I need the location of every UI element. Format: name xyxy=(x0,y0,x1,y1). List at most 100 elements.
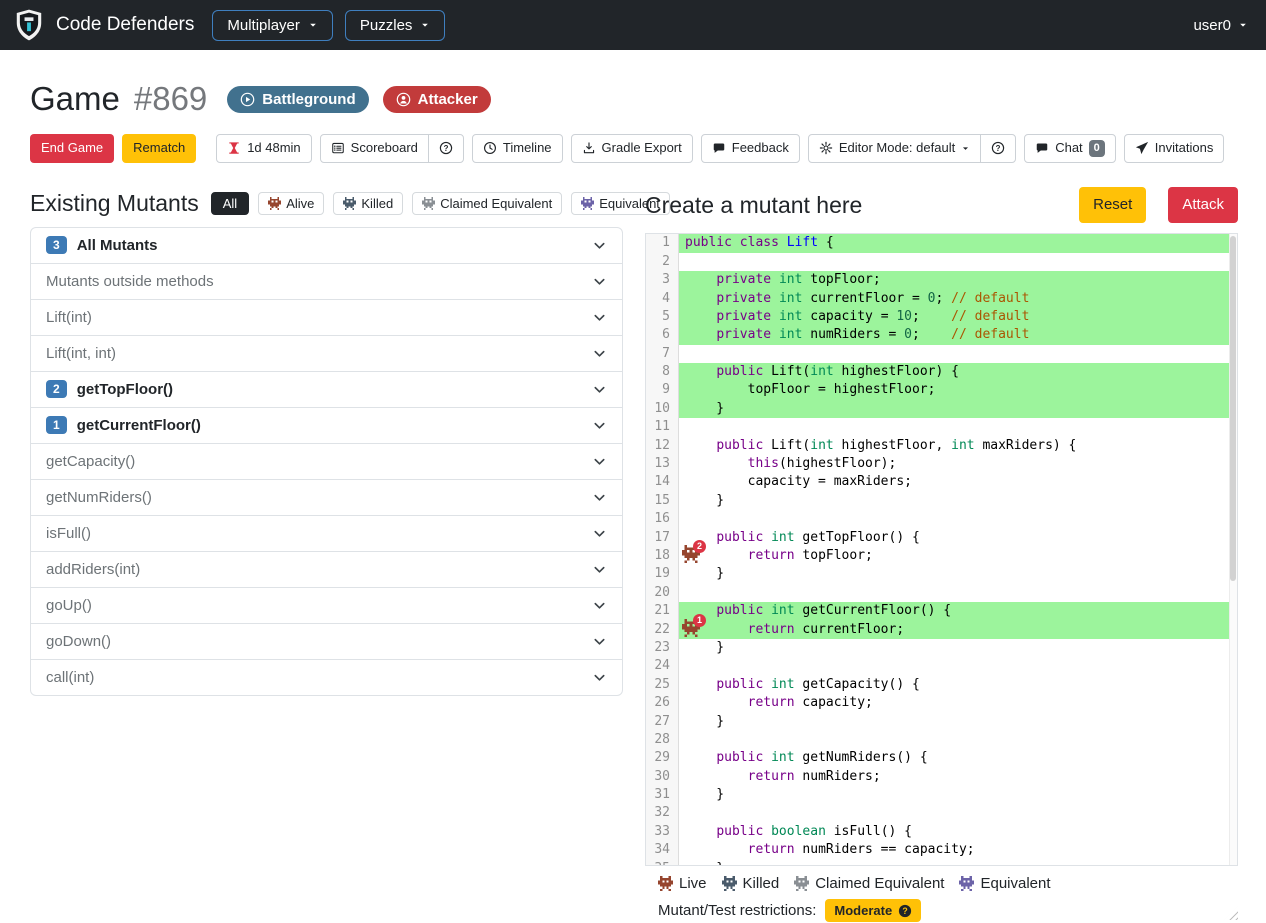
code-line-text[interactable] xyxy=(679,657,1237,675)
code-line-text[interactable]: } xyxy=(679,713,1237,731)
filter-all-button[interactable]: All xyxy=(211,192,249,215)
accordion-toggle-goup[interactable]: goUp() xyxy=(31,588,622,623)
filter-claimed-equivalent-button[interactable]: Claimed Equivalent xyxy=(412,192,562,215)
code-line-text[interactable] xyxy=(679,584,1237,602)
scoreboard-button-label: Scoreboard xyxy=(351,139,418,158)
line-number: 21 xyxy=(646,602,679,620)
code-line-text[interactable]: private int currentFloor = 0; // default xyxy=(679,290,1237,308)
filter-alive-button[interactable]: Alive xyxy=(258,192,324,215)
reset-button[interactable]: Reset xyxy=(1079,187,1146,224)
editor-panel: Create a mutant here Reset Attack 1publi… xyxy=(645,187,1238,923)
code-line-text[interactable] xyxy=(679,253,1237,271)
line-number: 6 xyxy=(646,326,679,344)
code-line-text[interactable]: public Lift(int highestFloor, int maxRid… xyxy=(679,437,1237,455)
code-line-text[interactable]: } xyxy=(679,860,1237,867)
feedback-button[interactable]: Feedback xyxy=(701,134,800,163)
code-line-text[interactable] xyxy=(679,731,1237,749)
puzzles-menu-button[interactable]: Puzzles xyxy=(345,10,446,41)
brand[interactable]: Code Defenders xyxy=(12,8,194,42)
accordion-toggle-getcapacity[interactable]: getCapacity() xyxy=(31,444,622,479)
accordion-toggle-gettopfloor[interactable]: 2getTopFloor() xyxy=(31,372,622,407)
line-number: 10 xyxy=(646,400,679,418)
timeline-button[interactable]: Timeline xyxy=(472,134,563,163)
code-line-text[interactable]: capacity = maxRiders; xyxy=(679,473,1237,491)
code-line-text[interactable]: public class Lift { xyxy=(679,234,1237,252)
user-menu-button[interactable]: user0 xyxy=(1193,17,1254,34)
code-line-text[interactable]: public int getNumRiders() { xyxy=(679,749,1237,767)
code-line-text[interactable]: } xyxy=(679,786,1237,804)
gradle-export-button[interactable]: Gradle Export xyxy=(571,134,693,163)
question-circle-icon[interactable]: ? xyxy=(898,904,912,918)
code-line-text[interactable]: private int topFloor; xyxy=(679,271,1237,289)
code-line-text[interactable]: return currentFloor; xyxy=(679,621,1237,639)
accordion-toggle-lift-int-int[interactable]: Lift(int, int) xyxy=(31,336,622,371)
clock-history-icon xyxy=(483,141,497,155)
accordion-toggle-addriders-int[interactable]: addRiders(int) xyxy=(31,552,622,587)
editor-scrollbar[interactable] xyxy=(1229,234,1237,865)
chevron-down-icon xyxy=(592,310,607,325)
code-line-text[interactable]: public int getCurrentFloor() { xyxy=(679,602,1237,620)
filter-killed-button[interactable]: Killed xyxy=(333,192,403,215)
code-line-text[interactable]: private int numRiders = 0; // default xyxy=(679,326,1237,344)
legend-item-claimed-equivalent: Claimed Equivalent xyxy=(794,875,944,892)
equivalent-mutant-icon xyxy=(581,197,594,210)
invitations-button[interactable]: Invitations xyxy=(1124,134,1225,163)
line-number: 22 xyxy=(646,621,679,639)
line-number: 11 xyxy=(646,418,679,436)
restrictions-badge[interactable]: Moderate ? xyxy=(825,899,921,922)
timer-button[interactable]: 1d 48min xyxy=(216,134,311,163)
code-line-text[interactable]: return numRiders; xyxy=(679,768,1237,786)
scoreboard-button[interactable]: Scoreboard xyxy=(320,134,429,163)
code-line: 14 capacity = maxRiders; xyxy=(646,473,1237,491)
accordion-toggle-lift-int[interactable]: Lift(int) xyxy=(31,300,622,335)
accordion-toggle-godown[interactable]: goDown() xyxy=(31,624,622,659)
code-line-text[interactable]: public int getTopFloor() { xyxy=(679,529,1237,547)
send-icon xyxy=(1135,141,1149,155)
accordion-toggle-all-mutants[interactable]: 3All Mutants xyxy=(31,228,622,263)
multiplayer-menu-button[interactable]: Multiplayer xyxy=(212,10,333,41)
puzzles-menu-label: Puzzles xyxy=(360,17,413,34)
code-line-text[interactable]: return numRiders == capacity; xyxy=(679,841,1237,859)
code-editor[interactable]: 1public class Lift {23 private int topFl… xyxy=(645,233,1238,866)
mutant-marker-icon[interactable]: 2 xyxy=(682,545,700,563)
caret-down-icon xyxy=(420,20,430,30)
accordion-toggle-isfull[interactable]: isFull() xyxy=(31,516,622,551)
accordion-toggle-call-int[interactable]: call(int) xyxy=(31,660,622,695)
code-line-text[interactable] xyxy=(679,345,1237,363)
accordion-toggle-getnumriders[interactable]: getNumRiders() xyxy=(31,480,622,515)
code-line-text[interactable]: public int getCapacity() { xyxy=(679,676,1237,694)
code-line-text[interactable]: } xyxy=(679,565,1237,583)
chevron-down-icon xyxy=(592,490,607,505)
attack-button[interactable]: Attack xyxy=(1168,187,1238,224)
code-line-text[interactable]: private int capacity = 10; // default xyxy=(679,308,1237,326)
code-line: 6 private int numRiders = 0; // default xyxy=(646,326,1237,344)
code-line-text[interactable]: } xyxy=(679,639,1237,657)
code-line-text[interactable]: } xyxy=(679,492,1237,510)
end-game-button[interactable]: End Game xyxy=(30,134,114,163)
code-line-text[interactable] xyxy=(679,510,1237,528)
code-line-text[interactable]: } xyxy=(679,400,1237,418)
code-line-text[interactable]: topFloor = highestFloor; xyxy=(679,381,1237,399)
code-line-text[interactable]: public boolean isFull() { xyxy=(679,823,1237,841)
accordion-toggle-getcurrentfloor[interactable]: 1getCurrentFloor() xyxy=(31,408,622,443)
code-line: 23 } xyxy=(646,639,1237,657)
code-lines: 1public class Lift {23 private int topFl… xyxy=(646,234,1237,866)
mutant-marker-icon[interactable]: 1 xyxy=(682,619,700,637)
accordion-toggle-mutants-outside-methods[interactable]: Mutants outside methods xyxy=(31,264,622,299)
code-line-text[interactable]: public Lift(int highestFloor) { xyxy=(679,363,1237,381)
code-line-text[interactable]: return capacity; xyxy=(679,694,1237,712)
editor-mode-dropdown[interactable]: Editor Mode: default xyxy=(808,134,981,163)
code-line: 1public class Lift { xyxy=(646,234,1237,252)
code-line-text[interactable] xyxy=(679,418,1237,436)
code-line-text[interactable]: this(highestFloor); xyxy=(679,455,1237,473)
code-line: 19 } xyxy=(646,565,1237,583)
rematch-button[interactable]: Rematch xyxy=(122,134,196,163)
chat-button[interactable]: Chat0 xyxy=(1024,134,1116,163)
scrollbar-thumb[interactable] xyxy=(1230,236,1236,581)
scoreboard-help-button[interactable]: ? xyxy=(428,134,464,163)
editor-mode-help-button[interactable]: ? xyxy=(980,134,1016,163)
code-line-text[interactable]: return topFloor; xyxy=(679,547,1237,565)
accordion-item-addriders-int: addRiders(int) xyxy=(30,551,623,588)
code-line-text[interactable] xyxy=(679,804,1237,822)
accordion-item-goup: goUp() xyxy=(30,587,623,624)
